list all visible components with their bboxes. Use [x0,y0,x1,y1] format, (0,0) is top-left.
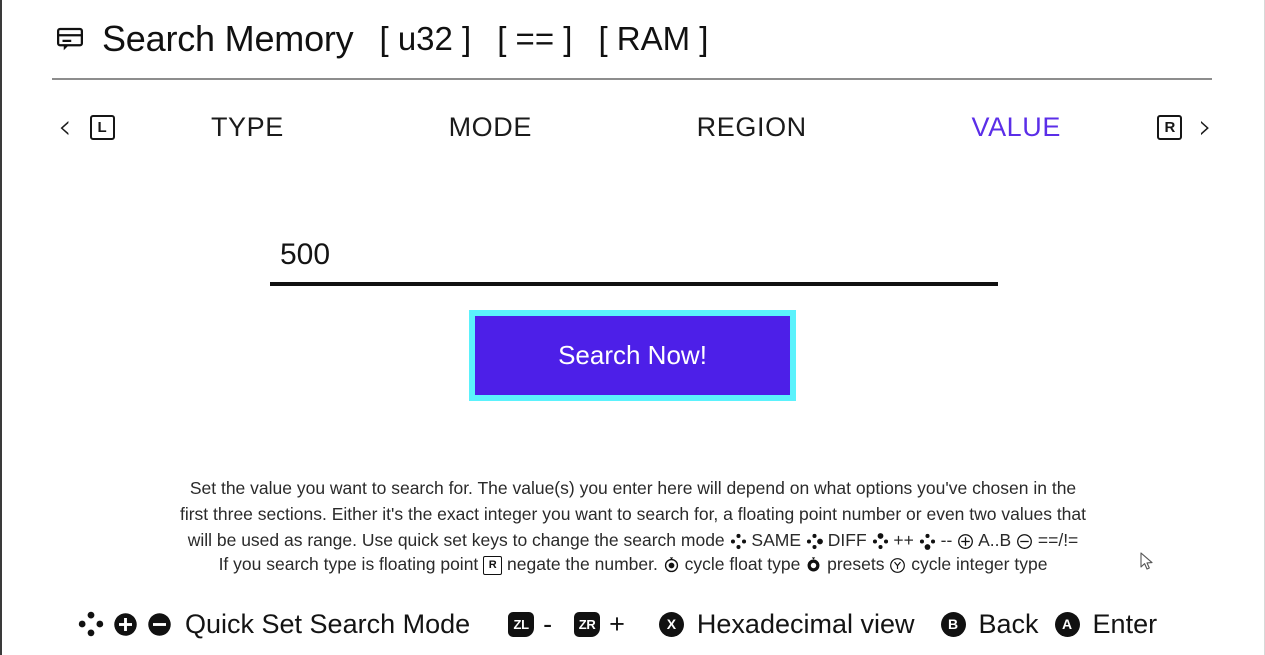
b-button-icon[interactable]: B [940,611,966,637]
hexadecimal-view-label: Hexadecimal view [696,608,915,639]
minus-circle-filled-icon[interactable] [147,612,172,637]
search-value-input[interactable]: 500 [270,238,998,282]
tab-region[interactable]: REGION [697,112,807,143]
back-label: Back [978,608,1039,639]
window-header: Search Memory [ u32 ] [ == ] [ RAM ] [52,8,1214,70]
plus-circle-icon [957,533,974,550]
tab-type[interactable]: TYPE [211,112,284,143]
help-line-1: Set the value you want to search for. Th… [189,478,1077,498]
type-tag: [ u32 ] [379,20,472,57]
dpad-icon[interactable] [78,611,104,637]
next-section-chevron-icon[interactable]: › [1194,110,1216,144]
help-line-3: will be used as range. Use quick set key… [62,527,1204,553]
hexadecimal-view-group[interactable]: X Hexadecimal view [658,608,919,640]
zr-group[interactable]: ZR + [574,609,625,640]
page-title: Search Memory [102,18,354,59]
help-increment-label: ++ [893,530,914,550]
help-line-4: If you search type is floating point R n… [62,553,1204,575]
a-button-icon[interactable]: A [1054,611,1080,637]
help-presets-label: presets [827,554,885,574]
y-button-icon [889,557,906,574]
enter-group[interactable]: A Enter [1054,608,1162,640]
help-line-3-text: will be used as range. Use quick set key… [187,530,725,550]
help-decrement-label: -- [940,530,953,550]
help-equality-label: ==/!= [1037,530,1079,550]
tab-value[interactable]: VALUE [971,112,1061,143]
right-shoulder-key-inline-icon: R [483,555,503,575]
section-tabbar: ‹ L TYPE MODE REGION VALUE R › [54,100,1216,154]
message-bubble-icon [52,21,88,57]
left-shoulder-key-icon[interactable]: L [89,114,115,140]
bottom-toolbar: Quick Set Search Mode ZL - ZR + X Hexade… [78,601,1219,647]
help-line-2: first three sections. Either it's the ex… [179,504,1087,524]
tab-list: TYPE MODE REGION VALUE [115,112,1158,143]
quick-set-search-mode-label: Quick Set Search Mode [185,608,471,639]
search-now-button[interactable]: Search Now! [469,310,796,401]
zl-group[interactable]: ZL - [508,609,552,640]
dpad-up-icon [872,532,889,550]
mode-tag: [ == ] [497,20,573,57]
help-range-label: A..B [978,530,1012,550]
back-group[interactable]: B Back [940,608,1043,640]
minus-circle-icon [1016,533,1033,550]
x-button-icon[interactable]: X [658,611,684,637]
enter-label: Enter [1092,608,1158,639]
dpad-left-icon [730,533,747,550]
left-stick-icon [663,557,680,574]
previous-section-chevron-icon[interactable]: ‹ [54,110,76,144]
help-text: Set the value you want to search for. Th… [62,475,1204,575]
tab-mode[interactable]: MODE [449,112,532,143]
help-line-4-text-a: If you search type is floating point [218,554,479,574]
search-value-field[interactable]: 500 [270,238,998,286]
dpad-down-icon [919,533,936,550]
right-shoulder-key-icon[interactable]: R [1157,114,1183,140]
help-same-label: SAME [751,530,802,550]
help-line-4-text-b: negate the number. [507,554,658,574]
zr-sign-label: + [609,608,625,639]
zl-trigger-key-icon[interactable]: ZL [508,611,535,637]
region-tag: [ RAM ] [598,20,709,57]
plus-circle-filled-icon[interactable] [113,612,138,637]
header-divider [52,78,1212,80]
help-diff-label: DIFF [827,530,867,550]
help-cycle-float-label: cycle float type [684,554,801,574]
zr-trigger-key-icon[interactable]: ZR [574,611,601,637]
search-value-underline [270,282,998,286]
quick-set-group[interactable]: Quick Set Search Mode [78,609,474,640]
search-memory-screen: Search Memory [ u32 ] [ == ] [ RAM ] ‹ L… [0,0,1265,655]
help-cycle-int-label: cycle integer type [911,554,1048,574]
right-stick-icon [805,557,822,574]
zl-sign-label: - [543,608,553,639]
dpad-right-icon [806,533,823,550]
